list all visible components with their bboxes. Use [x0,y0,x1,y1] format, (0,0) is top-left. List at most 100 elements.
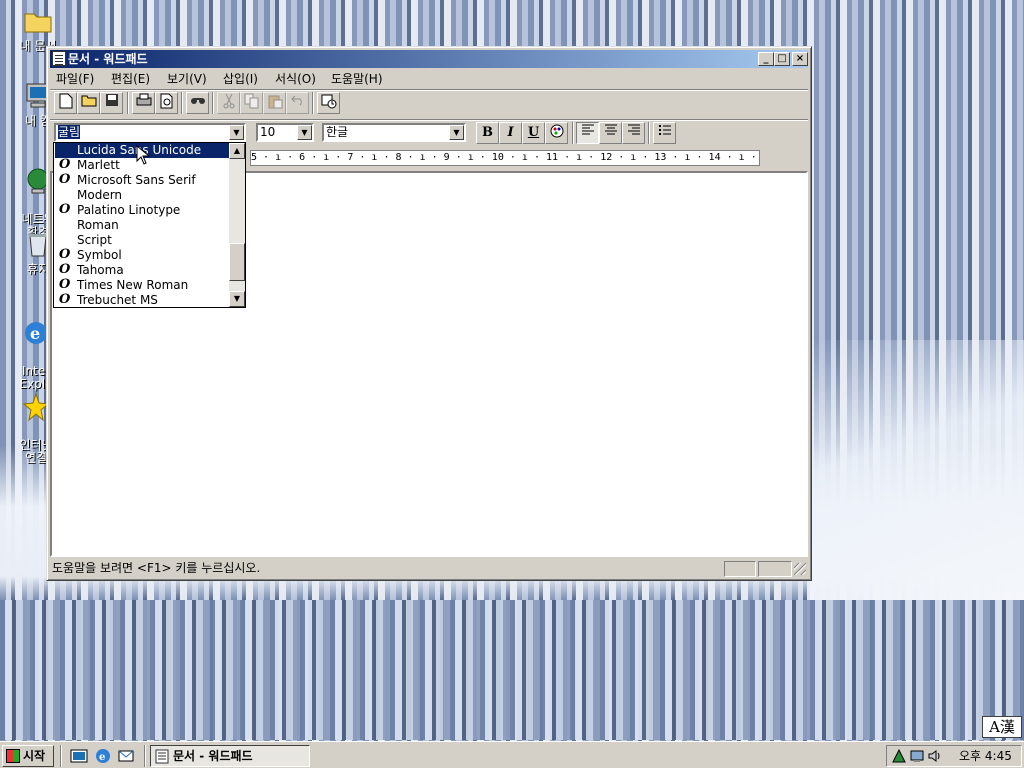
font-option[interactable]: Roman [55,218,230,233]
system-tray: 오후 4:45 [886,745,1022,767]
status-bar: 도움말을 보려면 <F1> 키를 누르십시오. [50,559,808,579]
taskbar-separator [60,745,62,767]
align-left-icon [581,124,594,135]
outlook-icon[interactable] [117,747,135,765]
toolbar-separator [127,92,129,114]
status-panel [724,561,756,577]
undo-icon [290,95,302,106]
resize-grip[interactable] [794,563,806,575]
insert-datetime-button[interactable] [317,92,340,114]
menu-insert[interactable]: 삽입(I) [223,70,258,87]
find-button[interactable] [186,92,209,114]
opentype-icon: O [59,262,71,277]
clock[interactable]: 오후 4:45 [959,746,1012,766]
bold-button[interactable]: B [476,122,499,144]
font-option-label: Marlett [77,158,120,172]
wordpad-window: 문서 - 워드패드 _ □ × 파일(F) 편집(E) 보기(V) 삽입(I) … [46,46,812,581]
network-tray-icon[interactable] [909,748,925,764]
font-option-label: Times New Roman [77,278,189,292]
taskbar-button-label: 문서 - 워드패드 [173,749,253,763]
font-option[interactable]: Modern [55,188,230,203]
wordpad-app-icon [155,749,169,764]
cut-icon [223,93,234,109]
font-option[interactable]: O Times New Roman [55,278,230,293]
scroll-down-icon[interactable]: ▼ [229,291,245,307]
font-option-label: Tahoma [77,263,124,277]
internet-explorer-icon[interactable]: e [94,747,112,765]
chevron-down-icon[interactable]: ▼ [229,125,244,140]
opentype-icon: O [59,292,71,307]
save-icon [105,94,118,106]
opentype-icon: O [59,277,71,292]
ruler-scale: 5 · ı · 6 · ı · 7 · ı · 8 · ı · 9 · ı · … [250,150,760,166]
menu-format[interactable]: 서식(O) [275,70,316,87]
find-icon [190,98,205,104]
scroll-up-icon[interactable]: ▲ [229,143,245,159]
font-size-combo[interactable]: 10 ▼ [256,123,314,142]
opentype-icon: O [59,202,71,217]
ime-tray-icon[interactable] [891,748,907,764]
menu-help[interactable]: 도움말(H) [331,70,383,87]
scrollbar-thumb[interactable] [229,243,245,281]
dropdown-scrollbar[interactable]: ▲ ▼ [229,143,245,307]
taskbar: 시작 e 문서 - 워드패드 오후 4:45 [0,741,1024,768]
script-combo[interactable]: 한글 ▼ [322,123,466,142]
menu-edit[interactable]: 편집(E) [111,70,150,87]
align-left-button[interactable] [576,122,599,144]
taskbar-button-wordpad[interactable]: 문서 - 워드패드 [150,745,310,767]
chevron-down-icon[interactable]: ▼ [297,125,312,140]
color-palette-icon [550,124,563,138]
font-option[interactable]: O Palatino Linotype [55,203,230,218]
menu-view[interactable]: 보기(V) [167,70,207,87]
print-preview-button[interactable] [155,92,178,114]
opentype-icon: O [59,157,71,172]
chevron-down-icon[interactable]: ▼ [449,125,464,140]
print-preview-icon [160,93,172,109]
desktop-shortcut-icon[interactable] [70,747,88,765]
font-name-combo[interactable]: 굴림 ▼ [54,123,246,142]
open-folder-icon [81,95,96,107]
italic-button[interactable]: I [499,122,522,144]
wallpaper-forest [0,600,1024,740]
toolbar-separator [572,122,574,144]
new-button[interactable] [54,92,77,114]
volume-icon[interactable] [927,748,943,764]
underline-button[interactable]: U [522,122,545,144]
ime-indicator[interactable]: A漢 [982,716,1022,738]
align-right-button[interactable] [622,122,645,144]
font-option-label: Symbol [77,248,122,262]
wordpad-app-icon[interactable] [52,51,66,66]
undo-button[interactable] [286,92,309,114]
minimize-button[interactable]: _ [758,52,774,66]
align-center-button[interactable] [599,122,622,144]
font-option[interactable]: O Symbol [55,248,230,263]
paste-button[interactable] [263,92,286,114]
font-option[interactable]: O Tahoma [55,263,230,278]
align-right-icon [627,124,640,135]
save-button[interactable] [100,92,123,114]
insert-datetime-icon [321,94,336,109]
font-option-label: Microsoft Sans Serif [77,173,196,187]
font-option[interactable]: Script [55,233,230,248]
maximize-button[interactable]: □ [774,52,790,66]
font-dropdown-list: Lucida Sans Unicode O Marlett O Microsoft … [53,142,246,308]
print-button[interactable] [132,92,155,114]
window-title: 문서 - 워드패드 [68,52,148,66]
copy-icon [244,93,258,109]
font-name-value: 굴림 [58,125,81,139]
open-button[interactable] [77,92,100,114]
color-button[interactable] [545,122,568,144]
font-option[interactable]: O Trebuchet MS [55,293,230,308]
close-button[interactable]: × [792,52,808,66]
print-icon [136,93,151,106]
font-option-label: Roman [77,218,119,232]
bullets-button[interactable] [653,122,676,144]
menu-file[interactable]: 파일(F) [56,70,94,87]
copy-button[interactable] [240,92,263,114]
cut-button[interactable] [217,92,240,114]
standard-toolbar [50,89,808,115]
toolbar-separator [648,122,650,144]
title-bar[interactable]: 문서 - 워드패드 _ □ × [50,50,808,68]
font-option[interactable]: O Microsoft Sans Serif [55,173,230,188]
start-button[interactable]: 시작 [2,745,54,767]
